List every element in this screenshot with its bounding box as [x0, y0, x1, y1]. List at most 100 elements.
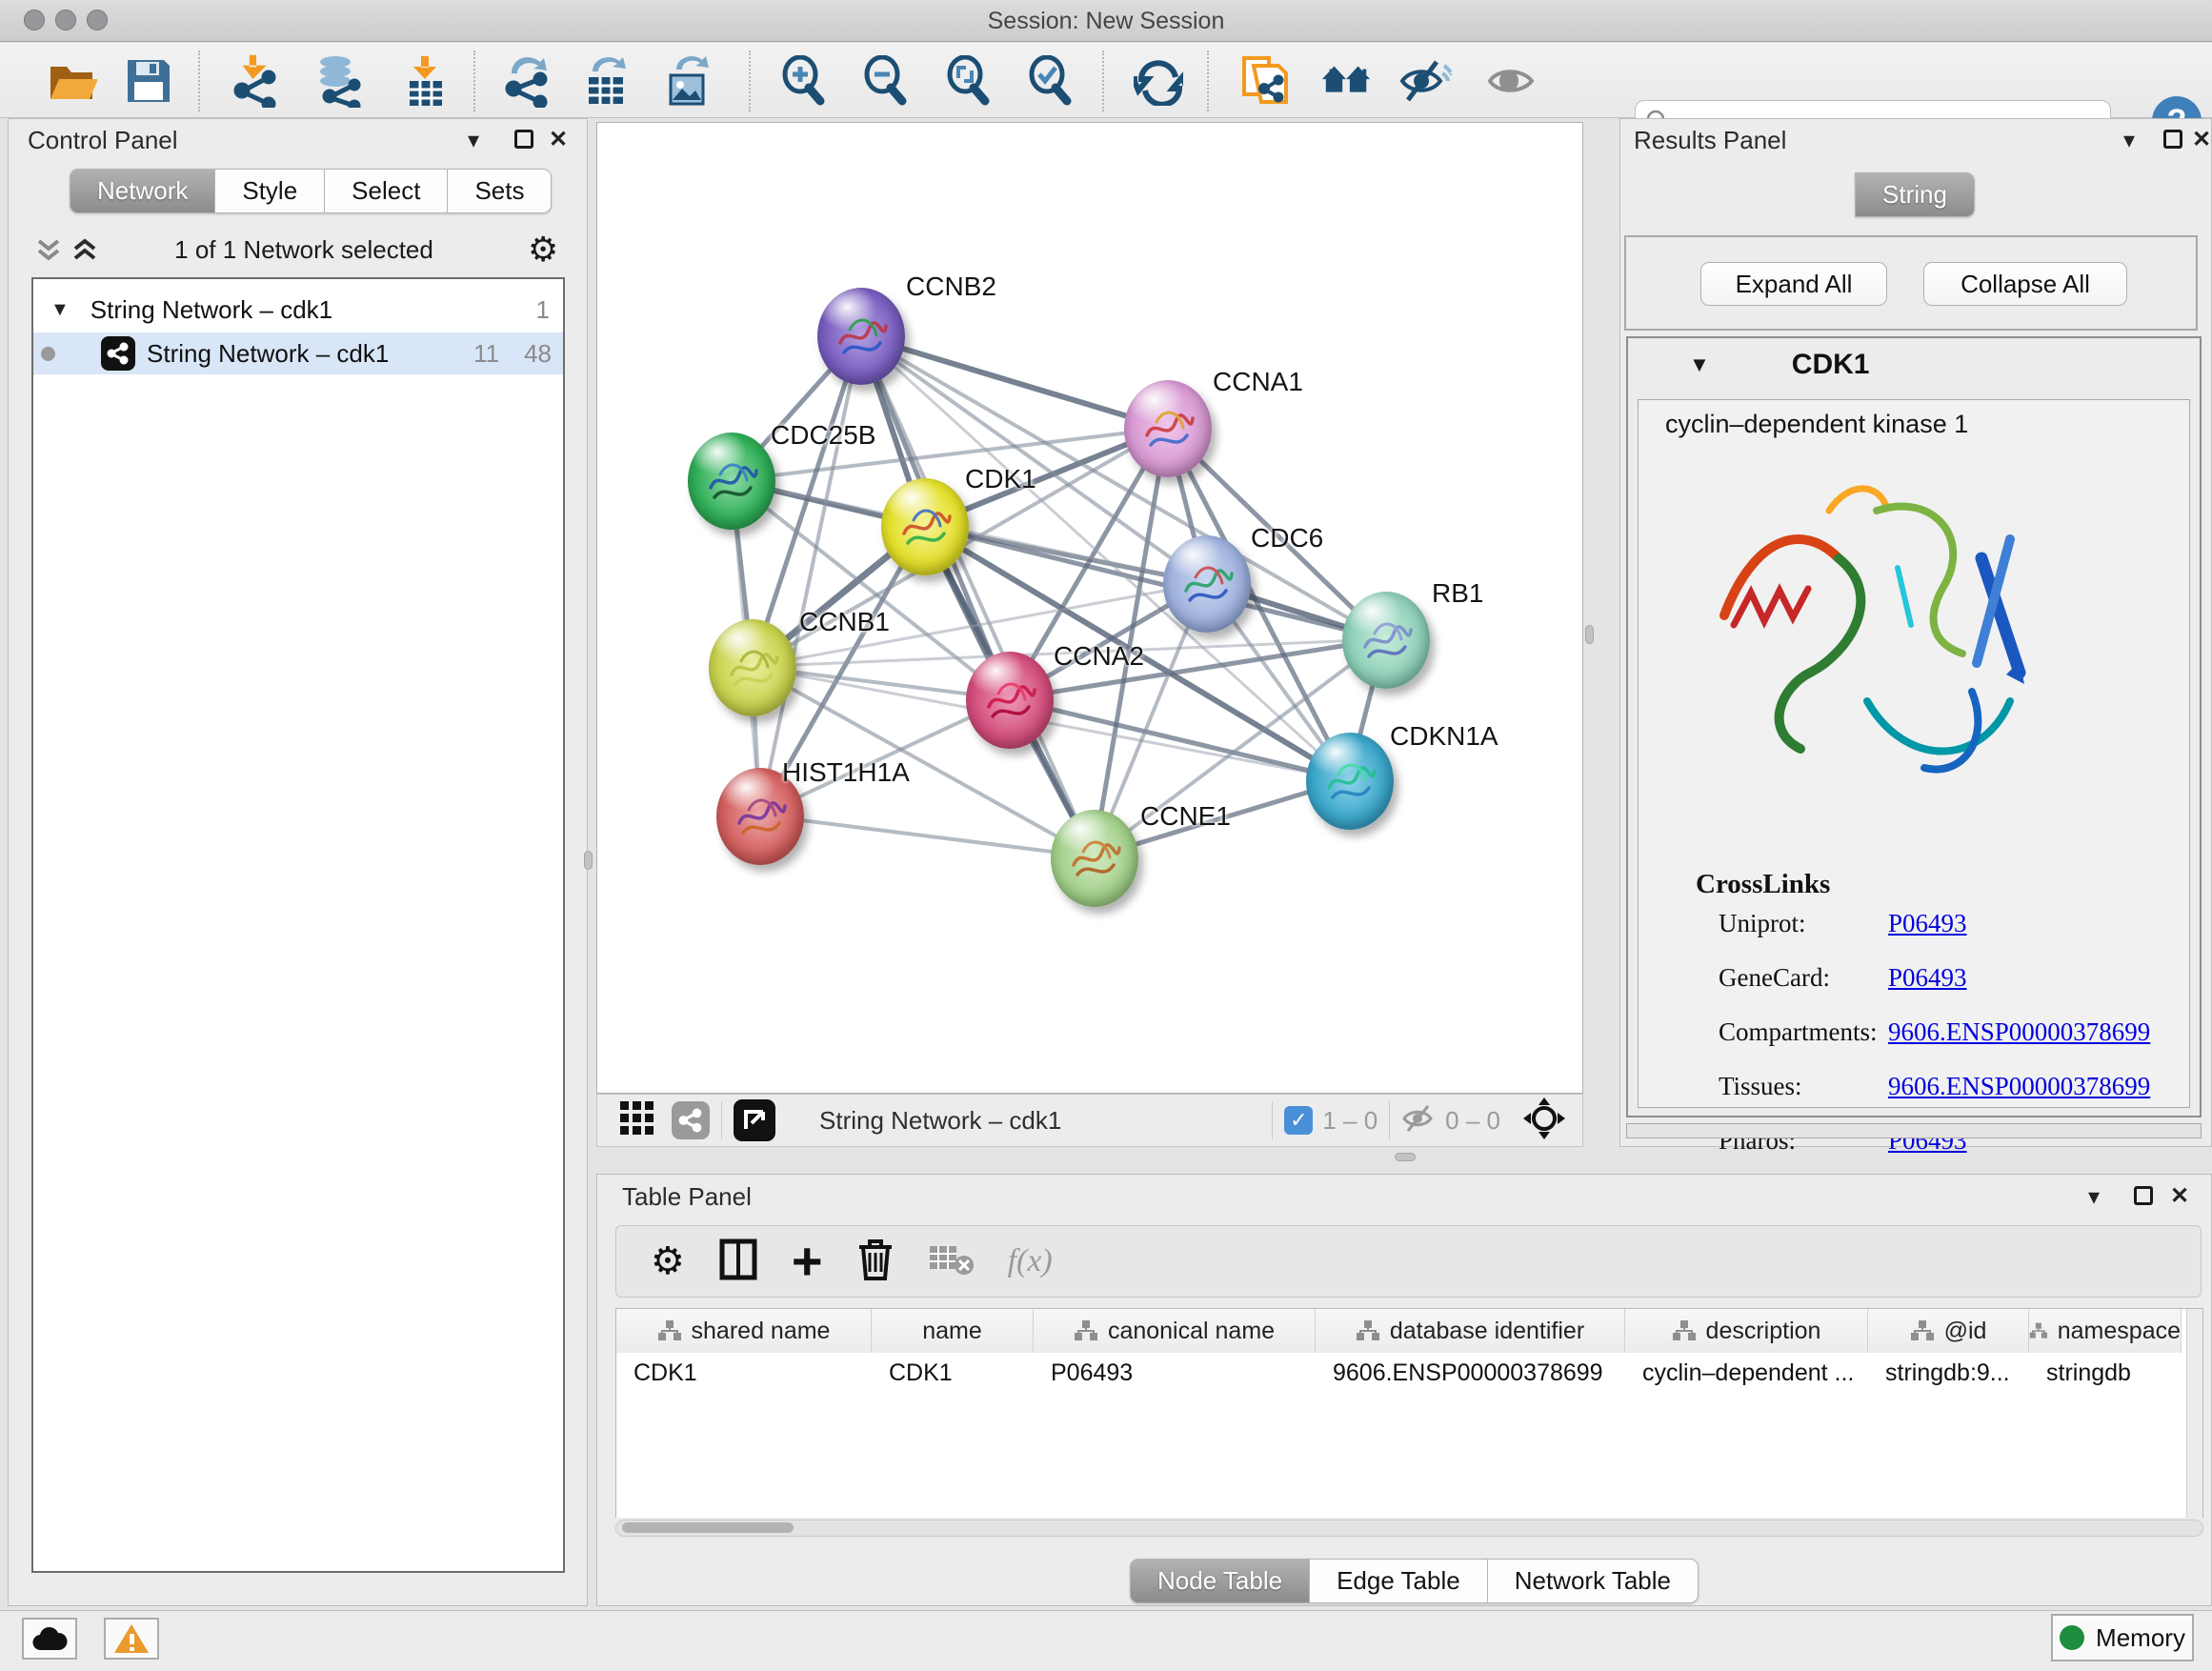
table-cell[interactable]: CDK1 [616, 1353, 872, 1393]
crosslink-value-link[interactable]: 9606.ENSP00000378699 [1888, 1072, 2150, 1101]
column-header-name[interactable]: name [872, 1309, 1034, 1353]
node-label-rb1: RB1 [1432, 578, 1483, 609]
zoom-selected-button[interactable] [1023, 54, 1076, 108]
export-image-icon [661, 54, 714, 108]
collection-expand-caret-icon[interactable]: ▼ [50, 299, 70, 321]
results-tab-string[interactable]: String [1855, 172, 1975, 217]
table-cell[interactable]: P06493 [1034, 1353, 1316, 1393]
network-node-ccnb2[interactable] [817, 288, 905, 385]
selected-checkbox-icon[interactable]: ✓ [1284, 1106, 1313, 1135]
warnings-button[interactable] [104, 1618, 159, 1660]
table-cell[interactable]: 9606.ENSP00000378699 [1316, 1353, 1625, 1393]
table-panel-close-icon[interactable]: ✕ [2170, 1182, 2189, 1210]
export-network-button[interactable] [500, 54, 553, 108]
entry-collapse-caret-icon[interactable]: ▼ [1689, 352, 1710, 377]
fit-selected-crosshair-icon[interactable] [1523, 1097, 1565, 1144]
crosslink-value-link[interactable]: 9606.ENSP00000378699 [1888, 1017, 2150, 1047]
bottom-splitter-handle[interactable] [1395, 1153, 1416, 1161]
control-panel-float-icon[interactable] [514, 130, 533, 149]
column-namespace-icon [657, 1319, 682, 1342]
add-column-icon[interactable]: + [792, 1242, 823, 1280]
network-row-selected[interactable]: String Network – cdk1 11 48 [33, 332, 563, 374]
cloud-button[interactable] [22, 1618, 77, 1660]
network-canvas[interactable]: CCNB2 CCNA1 CDC25B CDK1 CDC6 RB1 [596, 122, 1583, 1094]
network-node-cdkn1a[interactable] [1306, 733, 1394, 830]
column-header-description[interactable]: description [1625, 1309, 1868, 1353]
zoom-in-button[interactable] [776, 54, 830, 108]
create-network-view-button[interactable] [1238, 54, 1292, 108]
tab-sets[interactable]: Sets [448, 169, 552, 213]
table-panel-float-icon[interactable] [2134, 1186, 2153, 1205]
node-structure-thumbnail [1124, 380, 1212, 477]
delete-column-trash-icon[interactable] [857, 1238, 894, 1286]
export-image-button[interactable] [661, 54, 714, 108]
save-session-button[interactable] [122, 54, 175, 108]
expand-all-networks-icon[interactable] [71, 235, 98, 269]
column-header-shared-name[interactable]: shared name [616, 1309, 872, 1353]
tab-select[interactable]: Select [325, 169, 448, 213]
table-cell[interactable]: stringdb:9... [1868, 1353, 2029, 1393]
show-grid-icon[interactable] [618, 1099, 656, 1142]
open-session-button[interactable] [45, 54, 98, 108]
show-columns-icon[interactable] [719, 1238, 757, 1285]
table-options-gear-icon[interactable]: ⚙ [651, 1239, 685, 1283]
collapse-all-networks-icon[interactable] [35, 235, 62, 269]
network-node-ccnb1[interactable] [709, 619, 796, 716]
tab-network[interactable]: Network [70, 169, 215, 213]
network-collection-row[interactable]: ▼ String Network – cdk1 1 [33, 289, 563, 331]
results-entry-header[interactable]: ▼ CDK1 [1628, 338, 2200, 392]
table-tab-node-table[interactable]: Node Table [1130, 1559, 1310, 1603]
results-panel-collapse-icon[interactable]: ▾ [2123, 127, 2135, 154]
control-panel-close-icon[interactable]: ✕ [549, 126, 568, 153]
table-cell[interactable]: stringdb [2029, 1353, 2182, 1393]
import-network-file-button[interactable] [231, 54, 284, 108]
network-node-ccna1[interactable] [1124, 380, 1212, 477]
column-header-id[interactable]: @id [1868, 1309, 2029, 1353]
collapse-all-button[interactable]: Collapse All [1923, 262, 2127, 306]
results-panel-float-icon[interactable] [2163, 130, 2182, 149]
network-node-ccna2[interactable] [966, 652, 1054, 749]
scrollbar-thumb[interactable] [622, 1522, 794, 1533]
crosslink-value-link[interactable]: P06493 [1888, 963, 1967, 993]
network-node-ccne1[interactable] [1051, 810, 1138, 907]
network-options-gear-icon[interactable]: ⚙ [528, 230, 558, 270]
network-node-cdc25b[interactable] [688, 433, 775, 530]
expand-all-button[interactable]: Expand All [1700, 262, 1887, 306]
table-tab-network-table[interactable]: Network Table [1488, 1559, 1699, 1603]
export-table-button[interactable] [579, 54, 633, 108]
function-builder-icon[interactable]: f(x) [1008, 1243, 1053, 1279]
results-panel-close-icon[interactable]: ✕ [2192, 126, 2211, 153]
first-neighbors-button[interactable] [1320, 54, 1374, 108]
column-header-database-identifier[interactable]: database identifier [1316, 1309, 1625, 1353]
show-all-button[interactable] [1484, 54, 1538, 108]
memory-button[interactable]: Memory [2051, 1614, 2194, 1661]
table-cell[interactable]: cyclin–dependent ... [1625, 1353, 1868, 1393]
birds-eye-view-icon[interactable] [734, 1099, 775, 1141]
import-network-database-button[interactable] [312, 54, 366, 108]
results-panel-tabs: String [1855, 172, 1975, 217]
crosslink-value-link[interactable]: P06493 [1888, 909, 1967, 938]
apply-layout-button[interactable] [1132, 54, 1185, 108]
column-header-canonical-name[interactable]: canonical name [1034, 1309, 1316, 1353]
network-node-rb1[interactable] [1342, 592, 1430, 689]
network-node-cdk1[interactable] [881, 478, 969, 575]
open-folder-icon [46, 55, 97, 107]
zoom-fit-button[interactable] [941, 54, 995, 108]
delete-table-icon[interactable] [928, 1242, 974, 1281]
hidden-eye-icon[interactable] [1401, 1103, 1438, 1138]
hide-selected-button[interactable] [1398, 54, 1452, 108]
control-panel-collapse-icon[interactable]: ▾ [468, 127, 479, 154]
table-tab-edge-table[interactable]: Edge Table [1310, 1559, 1488, 1603]
network-node-cdc6[interactable] [1163, 535, 1251, 633]
column-header-namespace[interactable]: namespace [2029, 1309, 2182, 1353]
table-cell[interactable]: CDK1 [872, 1353, 1034, 1393]
table-panel-collapse-icon[interactable]: ▾ [2088, 1183, 2100, 1211]
left-splitter-handle[interactable] [584, 851, 593, 870]
view-string-icon[interactable] [672, 1101, 710, 1139]
right-splitter-handle[interactable] [1585, 625, 1594, 644]
import-table-button[interactable] [398, 54, 452, 108]
tab-style[interactable]: Style [215, 169, 325, 213]
table-horizontal-scrollbar[interactable] [615, 1520, 2203, 1537]
zoom-out-button[interactable] [858, 54, 912, 108]
table-vertical-scrollbar[interactable] [2186, 1309, 2202, 1518]
